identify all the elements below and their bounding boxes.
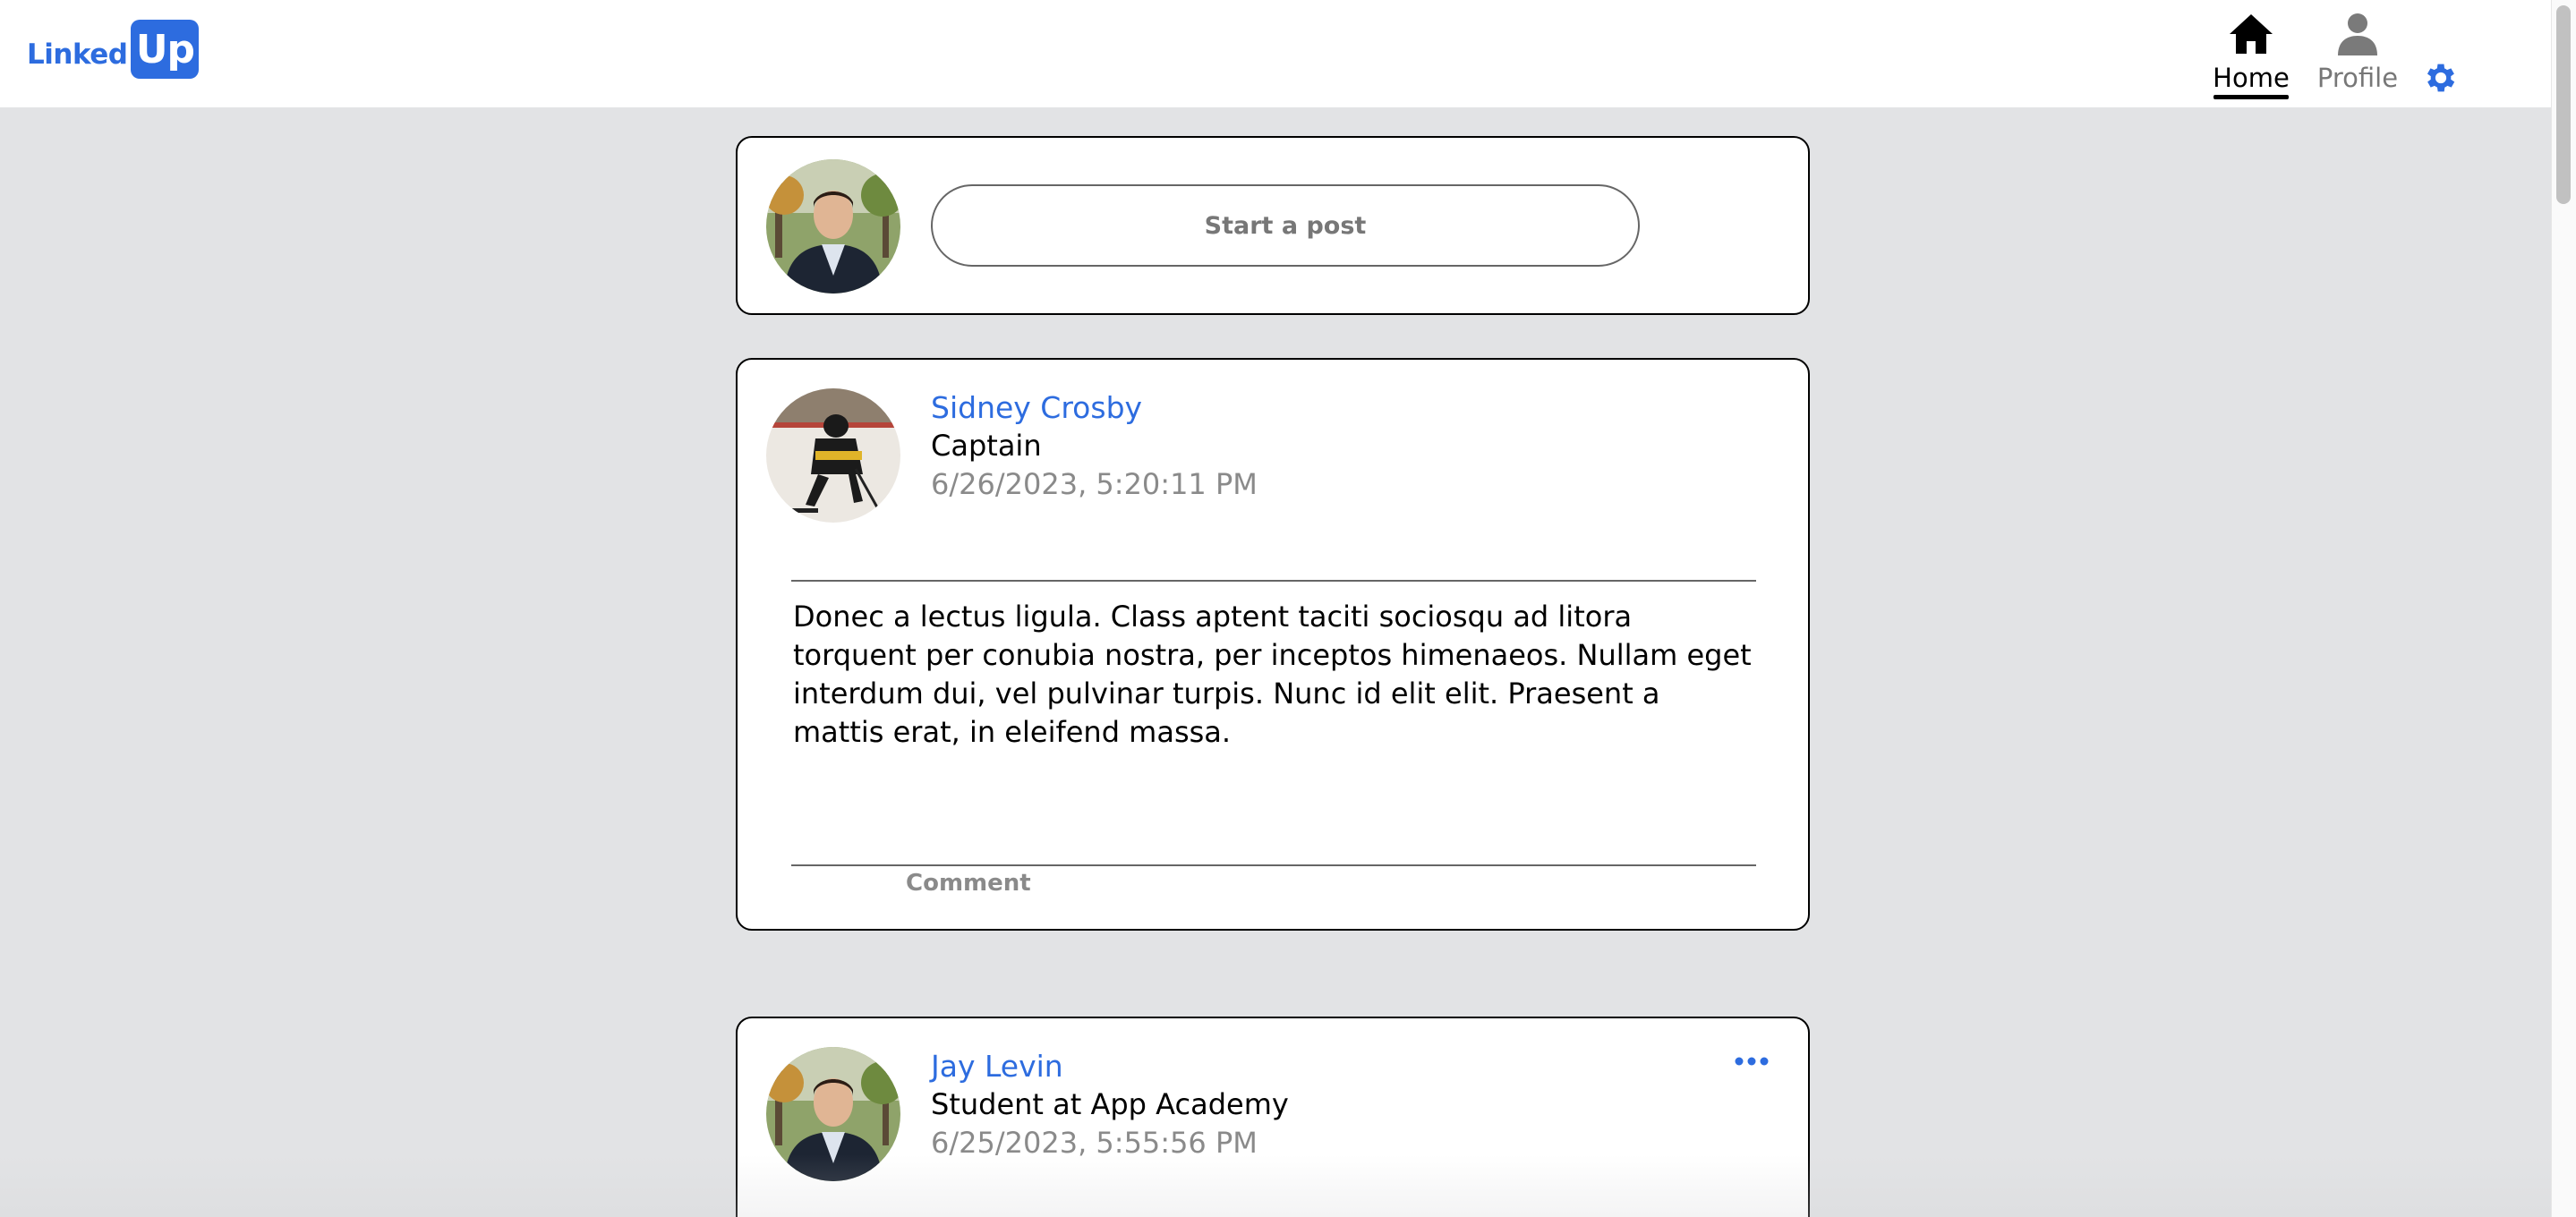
post-timestamp: 6/25/2023, 5:55:56 PM	[931, 1126, 1258, 1160]
start-post-input[interactable]: Start a post	[931, 184, 1640, 267]
house-icon	[2230, 14, 2273, 54]
post-card: Sidney Crosby Captain 6/26/2023, 5:20:11…	[736, 358, 1810, 931]
logo-text: Linked	[27, 38, 128, 71]
nav-profile[interactable]: Profile	[2316, 11, 2399, 93]
post-author-avatar[interactable]	[766, 1047, 900, 1181]
logo-box: Up	[131, 20, 200, 79]
gear-icon[interactable]	[2422, 59, 2460, 97]
top-navbar: Linked Up Home Profile	[0, 0, 2551, 107]
post-body: Donec a lectus ligula. Class aptent taci…	[793, 600, 1752, 749]
post-divider-bottom	[791, 864, 1756, 866]
post-composer-card: Start a post	[736, 136, 1810, 315]
nav-home-label: Home	[2213, 63, 2290, 93]
post-author-avatar[interactable]	[766, 388, 900, 523]
post-author-name[interactable]: Sidney Crosby	[931, 390, 1142, 425]
avatar-photo	[766, 388, 900, 523]
post-card: Jay Levin Student at App Academy 6/25/20…	[736, 1017, 1810, 1217]
current-user-avatar[interactable]	[766, 159, 900, 294]
post-timestamp: 6/26/2023, 5:20:11 PM	[931, 467, 1258, 501]
person-icon	[2338, 13, 2377, 55]
avatar-photo	[766, 1047, 900, 1181]
nav-profile-label: Profile	[2316, 63, 2399, 93]
ellipsis-icon[interactable]	[1733, 1054, 1770, 1068]
page-scrollbar[interactable]	[2551, 0, 2576, 1217]
post-author-title: Captain	[931, 429, 1042, 463]
comment-button[interactable]: Comment	[906, 870, 1031, 897]
post-author-title: Student at App Academy	[931, 1087, 1289, 1121]
scrollbar-thumb[interactable]	[2556, 5, 2571, 204]
post-author-name[interactable]: Jay Levin	[931, 1049, 1063, 1084]
active-tab-underline	[2213, 95, 2289, 99]
linkedup-logo[interactable]: Linked Up	[27, 20, 200, 79]
nav-home[interactable]: Home	[2213, 11, 2290, 99]
post-divider-top	[791, 580, 1756, 582]
avatar-photo	[766, 159, 900, 294]
